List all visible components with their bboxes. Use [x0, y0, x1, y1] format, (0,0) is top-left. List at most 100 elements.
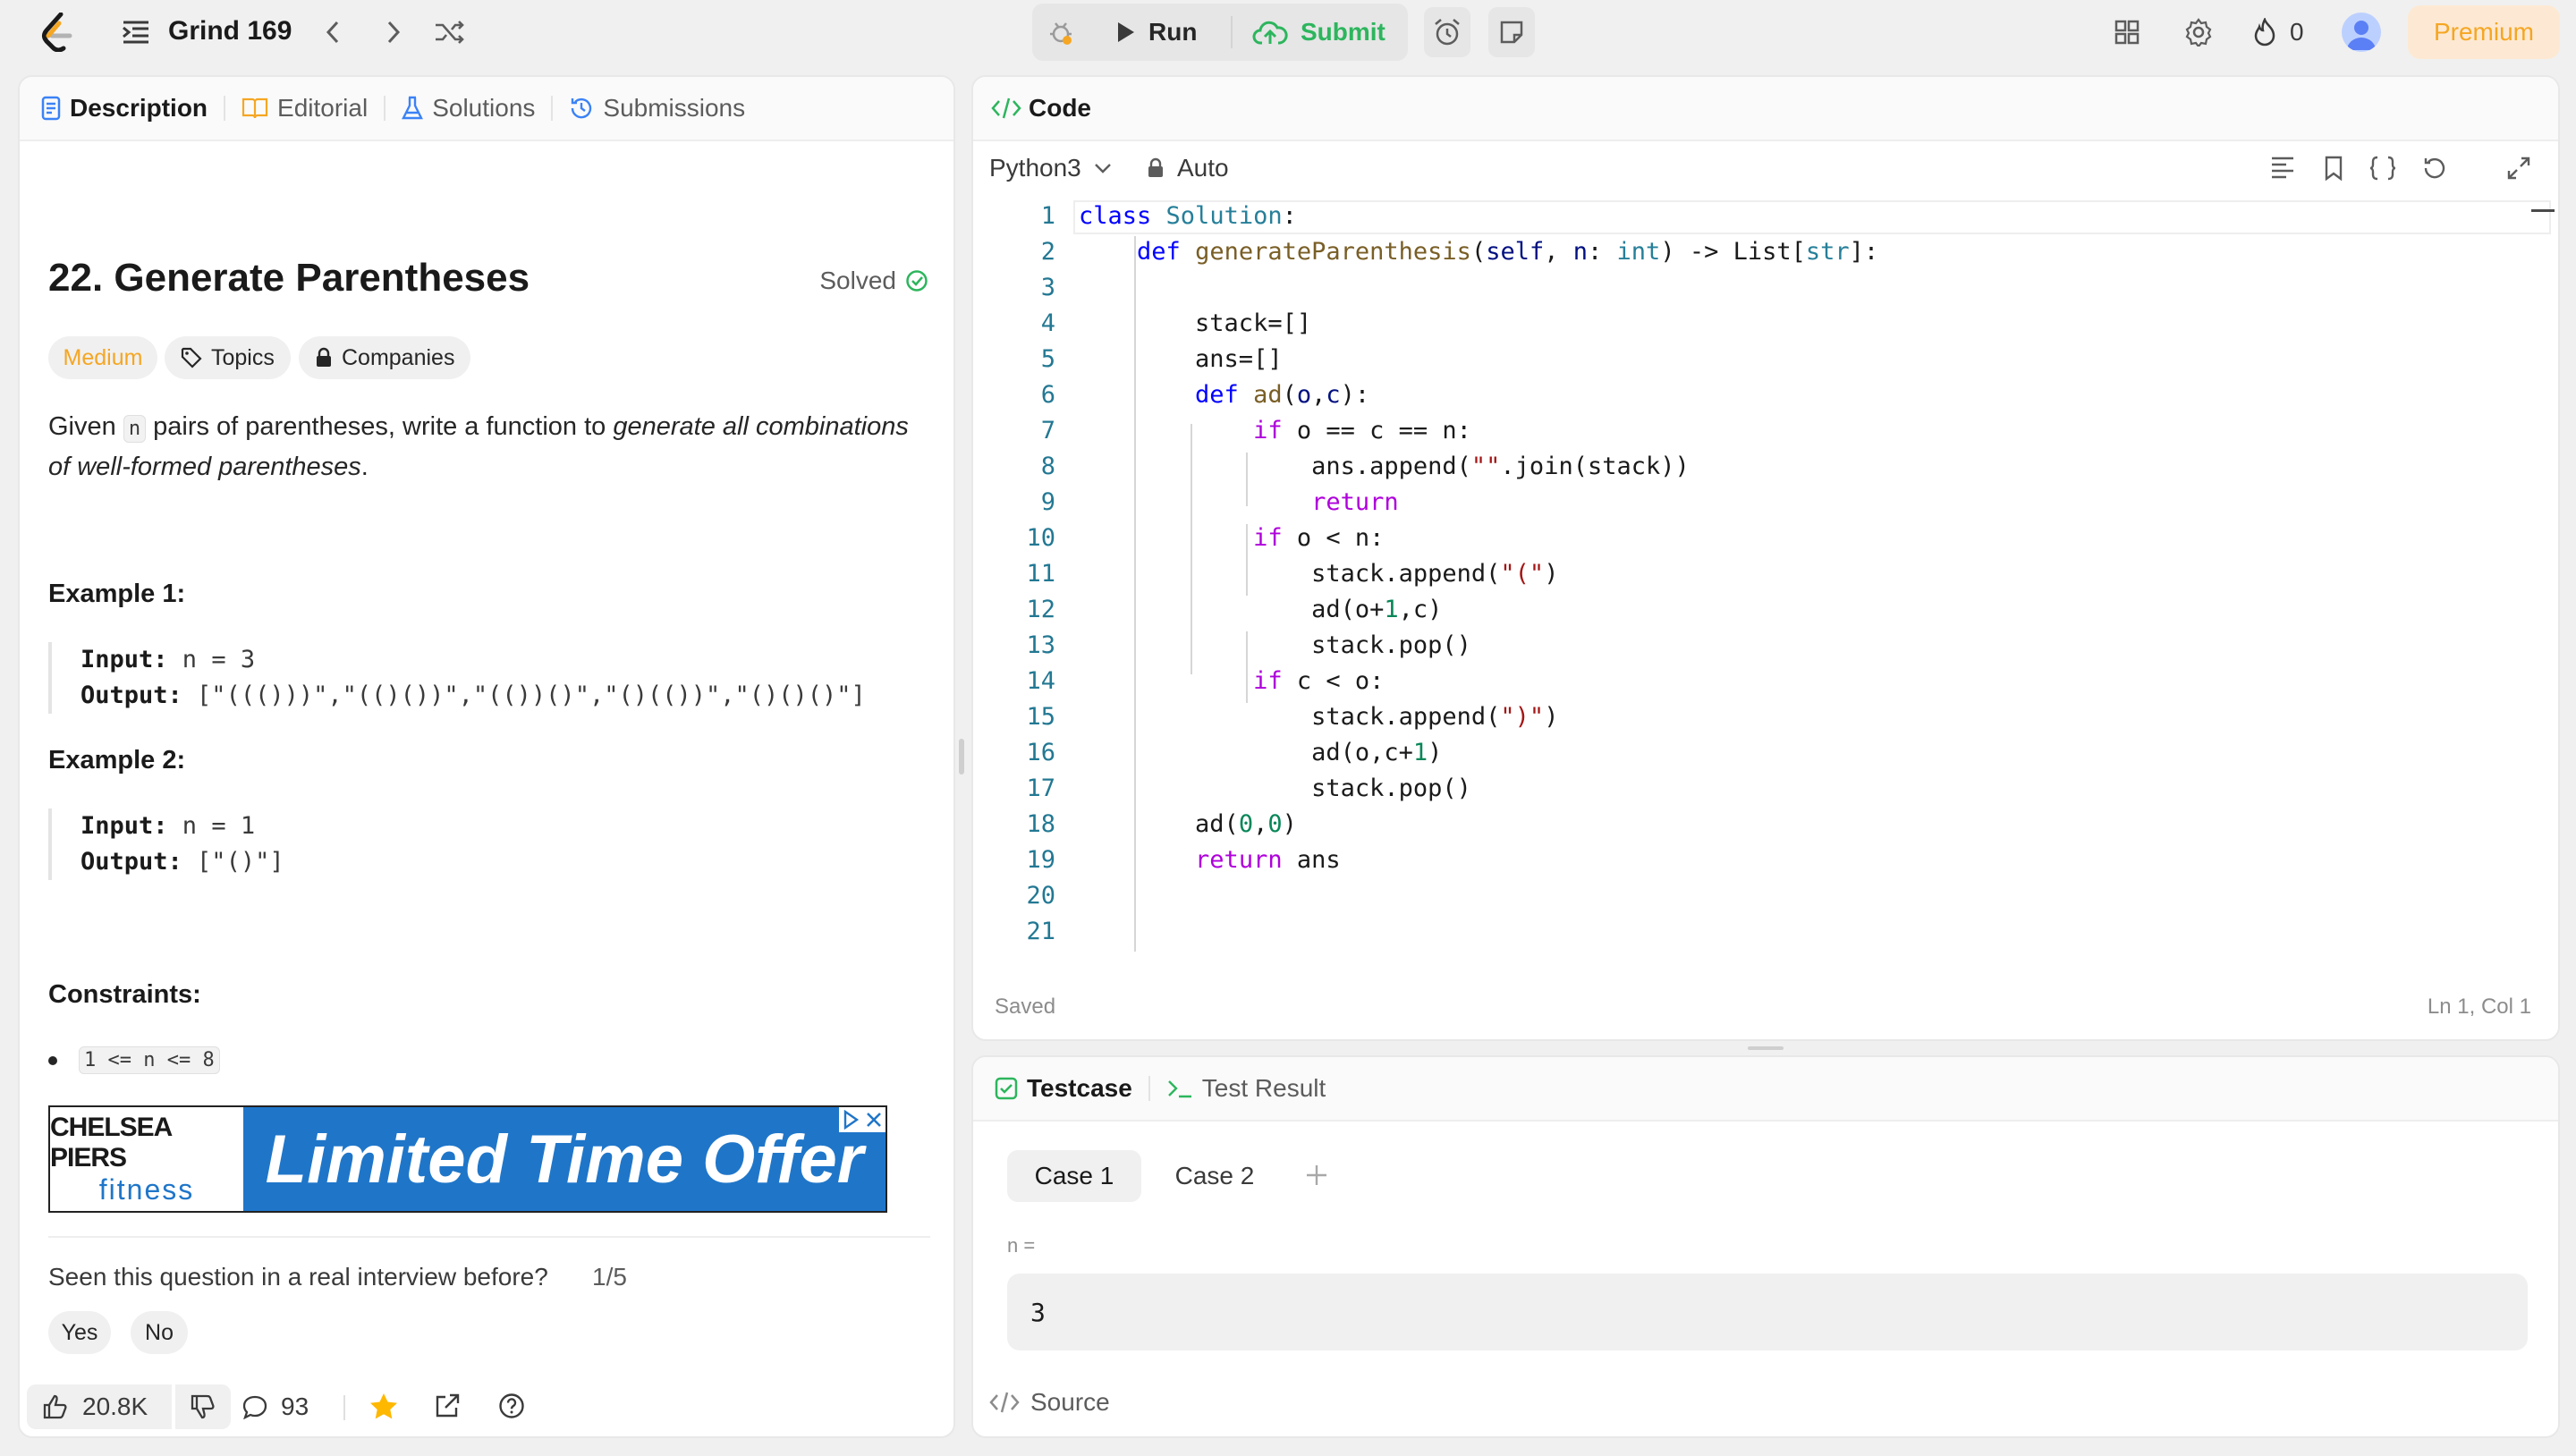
code-line: def generateParenthesis(self, n: int) ->… [1137, 238, 1879, 266]
cloud-upload-icon [1252, 21, 1288, 45]
favorite-star-icon[interactable] [369, 1392, 399, 1420]
advertisement-banner[interactable]: CHELSEA PIERS fitness Limited Time Offer [48, 1105, 887, 1213]
yes-button[interactable]: Yes [48, 1311, 111, 1354]
leetcode-logo-icon[interactable] [36, 11, 79, 54]
like-count: 20.8K [82, 1393, 148, 1420]
problem-list-icon[interactable] [118, 14, 154, 50]
tab-editorial-label: Editorial [277, 94, 369, 122]
run-label: Run [1148, 18, 1198, 46]
solved-status: Solved [819, 267, 928, 295]
code-line: stack.pop() [1079, 631, 1471, 659]
auto-label: Auto [1177, 154, 1229, 182]
code-line: stack=[] [1079, 309, 1312, 337]
tab-submissions[interactable]: Submissions [553, 77, 761, 140]
code-line: return [1311, 488, 1399, 516]
share-icon[interactable] [433, 1392, 462, 1420]
braces-icon[interactable] [2368, 156, 2397, 181]
bullet [48, 1055, 57, 1065]
comments-button[interactable]: 93 [242, 1384, 309, 1429]
language-select[interactable]: Python3 [989, 154, 1112, 182]
indent-guide [1134, 236, 1136, 952]
expand-icon[interactable] [2506, 156, 2531, 181]
no-button[interactable]: No [131, 1311, 188, 1354]
layout-icon[interactable] [2109, 14, 2145, 50]
code-line: if c < o: [1253, 667, 1385, 695]
problem-list-title[interactable]: Grind 169 [168, 16, 292, 47]
code-line: ad(o,c+1) [1079, 739, 1443, 766]
reset-icon[interactable] [2422, 156, 2447, 181]
vertical-resize-handle[interactable] [959, 739, 964, 775]
topics-label: Topics [211, 344, 275, 370]
code-line: if o == c == n: [1253, 417, 1471, 444]
bookmark-icon[interactable] [2324, 156, 2343, 181]
like-button[interactable]: 20.8K [27, 1384, 172, 1429]
code-editor[interactable]: 1 2 3 4 5 6 7 8 9 10 11 12 13 14 15 16 17 18 19 20 21 class … [973, 200, 2558, 987]
tab-submissions-label: Submissions [603, 94, 746, 122]
line-number: 7 [1040, 417, 1055, 444]
example-2-block: Input: n = 1 Output: ["()"] [48, 808, 925, 880]
saved-status: Saved [995, 995, 1056, 1019]
streak-count[interactable]: 0 [2290, 18, 2304, 47]
comment-count: 93 [281, 1393, 309, 1420]
ad-brand: CHELSEA PIERS fitness [50, 1107, 243, 1211]
tab-description[interactable]: Description [20, 77, 224, 140]
prev-problem-icon[interactable] [315, 14, 351, 50]
avatar[interactable] [2342, 13, 2381, 52]
check-circle-icon [906, 270, 928, 292]
variable-input[interactable]: 3 [1007, 1274, 2528, 1350]
topics-button[interactable]: Topics [165, 336, 291, 379]
run-button[interactable]: Run [1089, 5, 1229, 59]
tab-editorial[interactable]: Editorial [225, 77, 384, 140]
code-line: return ans [1195, 846, 1341, 874]
debugger-icon[interactable] [1043, 14, 1079, 50]
footer-divider [343, 1395, 345, 1420]
format-icon[interactable] [2270, 156, 2295, 179]
tab-solutions[interactable]: Solutions [386, 77, 551, 140]
tab-test-result[interactable]: Test Result [1150, 1057, 1343, 1120]
line-number: 11 [1026, 560, 1055, 588]
checkbox-icon [995, 1077, 1018, 1100]
notes-button[interactable] [1488, 7, 1535, 57]
desc-text: Given [48, 412, 123, 441]
shuffle-icon[interactable] [431, 14, 467, 50]
code-line: stack.append(")") [1079, 703, 1559, 731]
horizontal-resize-handle[interactable] [1748, 1046, 1784, 1050]
desc-text: pairs of parentheses, write a function t… [146, 412, 614, 441]
thumbs-down-icon [191, 1394, 215, 1419]
tab-code[interactable]: Code [973, 77, 1107, 140]
next-problem-icon[interactable] [376, 14, 411, 50]
case-1-tab[interactable]: Case 1 [1007, 1150, 1141, 1202]
case-2-tab[interactable]: Case 2 [1161, 1150, 1268, 1202]
ad-close-icon[interactable] [839, 1107, 886, 1132]
help-icon[interactable] [497, 1392, 526, 1420]
interview-count: 1/5 [592, 1263, 627, 1291]
tab-test-result-label: Test Result [1201, 1074, 1326, 1102]
difficulty-badge: Medium [48, 336, 157, 379]
submit-button[interactable]: Submit [1236, 5, 1408, 59]
line-number: 13 [1026, 631, 1055, 659]
note-icon [1500, 21, 1523, 44]
add-case-icon[interactable] [1304, 1163, 1329, 1188]
auto-mode[interactable]: Auto [1147, 154, 1229, 182]
desc-text: . [360, 453, 369, 481]
settings-gear-icon[interactable] [2181, 14, 2216, 50]
companies-button[interactable]: Companies [299, 336, 471, 379]
editor-toolbar: Python3 Auto [973, 140, 2558, 200]
line-number: 5 [1040, 345, 1055, 373]
source-link[interactable]: Source [989, 1388, 1110, 1417]
language-label: Python3 [989, 154, 1081, 182]
timer-button[interactable] [1424, 7, 1470, 57]
history-icon [572, 97, 592, 119]
description-tabs: Description Editorial Solutions Submissi… [20, 77, 953, 141]
constraint-item: 1 <= n <= 8 [48, 1046, 220, 1074]
constraints-heading: Constraints: [48, 980, 201, 1009]
tab-testcase[interactable]: Testcase [973, 1057, 1148, 1120]
description-panel: Description Editorial Solutions Submissi… [18, 75, 955, 1438]
premium-button[interactable]: Premium [2408, 5, 2560, 59]
dislike-button[interactable] [175, 1384, 231, 1429]
editor-scrollbar[interactable] [2531, 209, 2555, 212]
streak-flame-icon[interactable] [2249, 14, 2281, 50]
flask-icon [402, 96, 424, 120]
line-number: 2 [1040, 238, 1055, 266]
line-number: 16 [1026, 739, 1055, 766]
